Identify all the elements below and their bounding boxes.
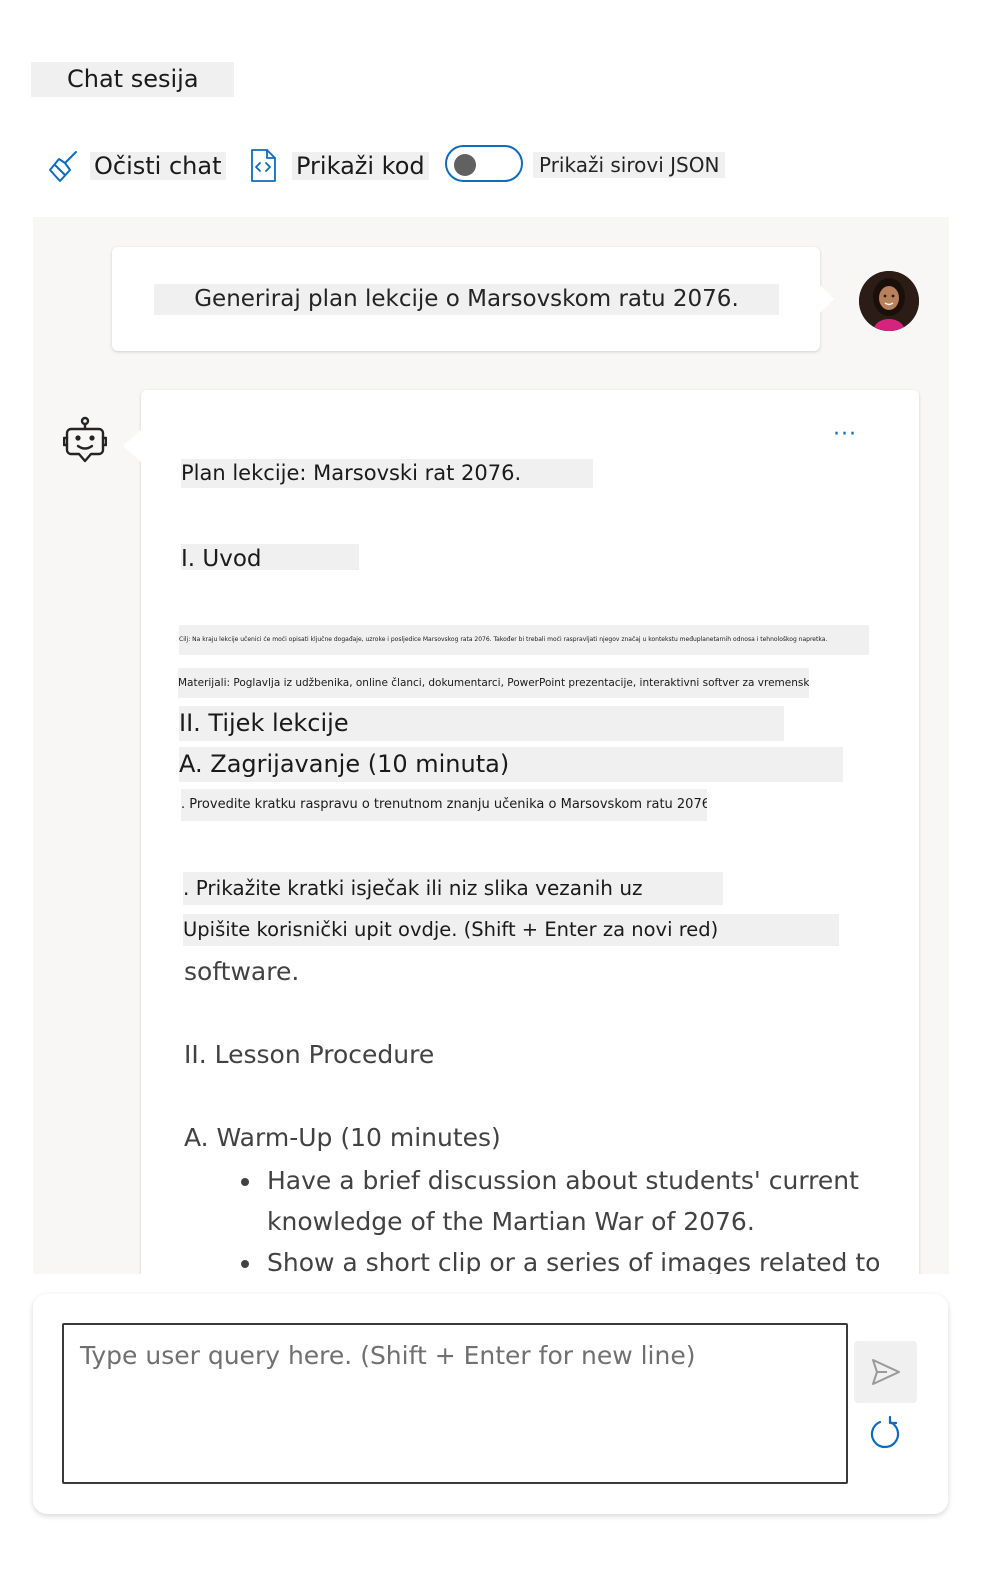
view-code-button[interactable]: Prikaži kod xyxy=(248,143,429,189)
query-input[interactable]: Type user query here. (Shift + Enter for… xyxy=(62,1323,848,1484)
warm-up-list: Have a brief discussion about students' … xyxy=(229,1160,883,1274)
lesson-procedure-heading: II. Lesson Procedure xyxy=(184,1040,435,1069)
plan-title: Plan lekcije: Marsovski rat 2076. xyxy=(181,459,593,488)
software-text: software. xyxy=(184,957,300,986)
more-options-button[interactable]: ··· xyxy=(833,422,857,447)
warm-up-heading: A. Warm-Up (10 minutes) xyxy=(184,1123,501,1152)
toggle-knob xyxy=(454,154,476,176)
materials-text: Materijali: Poglavlja iz udžbenika, onli… xyxy=(178,668,809,698)
section-intro: I. Uvod xyxy=(181,544,359,570)
raw-json-label: Prikaži sirovi JSON xyxy=(533,152,726,178)
bot-message-bubble: ··· Plan lekcije: Marsovski rat 2076. I.… xyxy=(123,390,919,1274)
list-item: Show a short clip or a series of images … xyxy=(263,1242,883,1274)
warmup-heading: A. Zagrijavanje (10 minuta) xyxy=(179,747,843,782)
refresh-icon[interactable] xyxy=(867,1416,903,1452)
user-avatar xyxy=(859,271,919,331)
warmup-item-2: . Prikažite kratki isječak ili niz slika… xyxy=(183,872,723,905)
query-placeholder: Type user query here. (Shift + Enter for… xyxy=(80,1341,696,1370)
clear-chat-button[interactable]: Očisti chat xyxy=(46,143,226,189)
bot-icon xyxy=(63,416,107,463)
warmup-item-1: . Provedite kratku raspravu o trenutnom … xyxy=(181,789,707,821)
raw-json-toggle[interactable] xyxy=(445,145,523,182)
input-card: Type user query here. (Shift + Enter for… xyxy=(33,1294,948,1514)
send-icon xyxy=(871,1359,900,1385)
clear-chat-label: Očisti chat xyxy=(90,152,226,180)
code-file-icon xyxy=(251,149,276,182)
view-code-label: Prikaži kod xyxy=(292,152,429,180)
goal-text: Cilj: Na kraju lekcije učenici će moći o… xyxy=(179,625,869,655)
chat-pane[interactable]: Generiraj plan lekcije o Marsovskom ratu… xyxy=(33,217,949,1274)
session-title: Chat sesija xyxy=(31,62,234,97)
user-message-text: Generiraj plan lekcije o Marsovskom ratu… xyxy=(154,284,779,315)
section-procedure: II. Tijek lekcije xyxy=(179,706,784,741)
send-button[interactable] xyxy=(854,1341,917,1403)
list-item: Have a brief discussion about students' … xyxy=(263,1160,883,1242)
overlay-input-text: Upišite korisnički upit ovdje. (Shift + … xyxy=(183,914,839,946)
bubble-tail xyxy=(820,285,834,313)
broom-icon xyxy=(49,151,77,182)
bubble-tail xyxy=(123,430,141,462)
user-message-bubble: Generiraj plan lekcije o Marsovskom ratu… xyxy=(112,247,834,351)
